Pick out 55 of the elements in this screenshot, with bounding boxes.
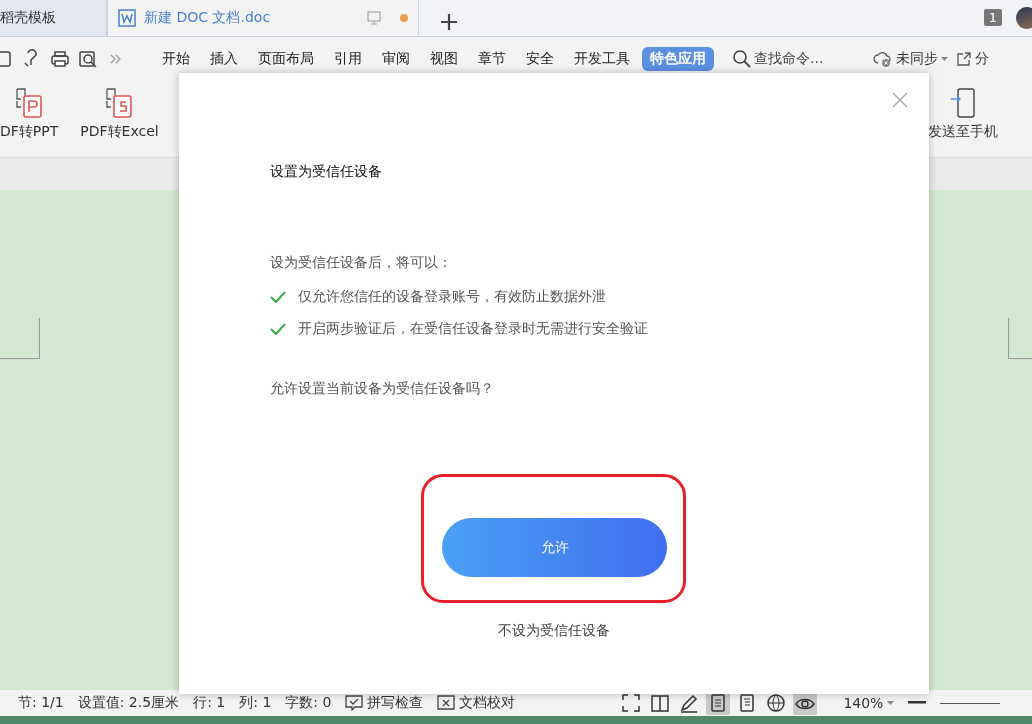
menu-tab[interactable]: 视图: [422, 47, 466, 71]
zoom-out-icon[interactable]: [908, 701, 927, 705]
status-text: 节: 1/1: [18, 694, 64, 712]
ribbon-button[interactable]: DF转PPT: [0, 81, 65, 142]
status-text: 行: 1: [193, 694, 226, 712]
print-preview-icon[interactable]: [78, 49, 98, 69]
share-icon: [956, 51, 973, 67]
spell-check-icon: [345, 695, 364, 711]
dialog-title: 设置为受信任设备: [270, 163, 382, 181]
unsaved-dot-icon: [400, 14, 408, 22]
web-view-icon: [765, 692, 788, 714]
search-icon: [732, 49, 752, 69]
zoom-dropdown[interactable]: 140%: [843, 695, 895, 711]
menu-tab[interactable]: 插入: [202, 47, 246, 71]
status-text: 字数: 0: [285, 694, 332, 712]
ribbon-button[interactable]: 发送至手机: [922, 81, 1004, 142]
sync-button[interactable]: 未同步: [873, 50, 949, 68]
menu-tab[interactable]: 章节: [470, 47, 514, 71]
allow-button[interactable]: 允许: [442, 518, 667, 577]
decline-link[interactable]: 不设为受信任设备: [492, 621, 616, 641]
question-text: 允许设置当前设备为受信任设备吗？: [270, 380, 494, 398]
save-icon[interactable]: [0, 49, 14, 69]
add-tab-icon[interactable]: [439, 12, 459, 32]
cloud-icon: [873, 50, 894, 68]
notification-count[interactable]: 1: [983, 9, 1002, 26]
avatar[interactable]: [1016, 6, 1032, 29]
check-icon: [270, 323, 286, 335]
menu-tab[interactable]: 开始: [154, 47, 198, 71]
spell-check-button[interactable]: 拼写检查: [345, 694, 424, 712]
caret-icon: [941, 57, 949, 61]
margin-corner-mark: [0, 318, 40, 359]
menu-tab[interactable]: 安全: [518, 47, 562, 71]
proofread-icon: [437, 695, 456, 711]
status-text: 设置值: 2.5厘米: [77, 694, 180, 712]
print-icon[interactable]: [50, 49, 70, 69]
document-tab[interactable]: 稻壳模板: [0, 0, 107, 36]
ribbon-button[interactable]: PDF转Excel: [74, 81, 165, 142]
proofread-button[interactable]: 文档校对: [437, 694, 516, 712]
share-button[interactable]: 分: [956, 50, 990, 68]
monitor-icon: [366, 10, 382, 26]
fullscreen-view-icon: [620, 692, 643, 714]
caret-icon: [887, 701, 895, 705]
benefit-text: 开启两步验证后，在受信任设备登录时无需进行安全验证: [298, 320, 648, 338]
search-field[interactable]: 查找命令...: [754, 50, 824, 68]
menu-tab[interactable]: 开发工具: [566, 47, 638, 71]
menu-tab[interactable]: 页面布局: [250, 47, 322, 71]
menu-tab[interactable]: 审阅: [374, 47, 418, 71]
document-tab[interactable]: 新建 DOC 文档.doc: [107, 0, 419, 36]
book-view-icon: [649, 692, 672, 714]
intro-text: 设为受信任设备后，将可以：: [270, 254, 452, 272]
status-text: 列: 1: [239, 694, 272, 712]
document-icon: [118, 9, 136, 27]
benefit-text: 仅允许您信任的设备登录账号，有效防止数据外泄: [298, 288, 606, 306]
check-icon: [270, 291, 286, 303]
menu-tab[interactable]: 引用: [326, 47, 370, 71]
